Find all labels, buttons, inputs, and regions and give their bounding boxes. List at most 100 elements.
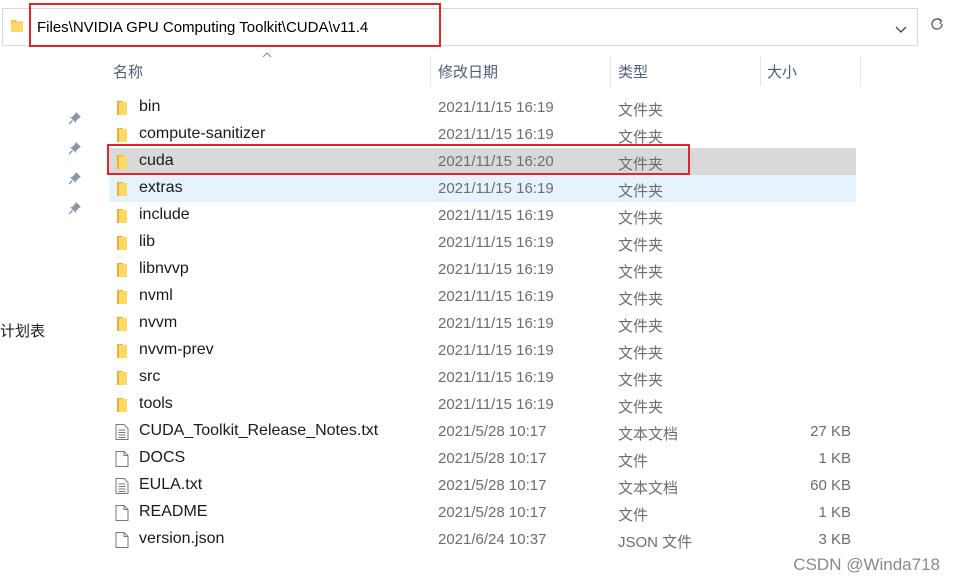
column-header-modified[interactable]: 修改日期 [438, 61, 498, 82]
file-modified: 2021/11/15 16:19 [438, 396, 554, 413]
file-type: 文件夹 [618, 129, 664, 146]
file-row[interactable]: bin 2021/11/15 16:19 文件夹 [109, 94, 856, 121]
file-type: 文件夹 [618, 264, 664, 281]
file-modified: 2021/11/15 16:19 [438, 261, 554, 278]
file-type: 文本文档 [618, 426, 679, 443]
folder-icon [115, 235, 129, 251]
chevron-down-icon[interactable] [891, 23, 911, 37]
folder-icon [115, 343, 129, 359]
folder-icon [115, 100, 129, 116]
column-divider[interactable] [760, 56, 761, 86]
file-name: lib [139, 233, 156, 250]
file-modified: 2021/11/15 16:19 [438, 126, 554, 143]
file-type: 文件夹 [618, 372, 664, 389]
file-row[interactable]: libnvvp 2021/11/15 16:19 文件夹 [109, 256, 856, 283]
file-type: 文件夹 [618, 318, 664, 335]
column-header-type[interactable]: 类型 [618, 61, 648, 82]
file-icon [115, 532, 129, 548]
pin-icon[interactable] [68, 111, 82, 125]
file-type: 文件 [618, 453, 649, 470]
file-name: extras [139, 179, 183, 196]
file-name: nvvm-prev [139, 341, 214, 358]
file-row[interactable]: nvml 2021/11/15 16:19 文件夹 [109, 283, 856, 310]
file-name: nvml [139, 287, 173, 304]
file-size: 1 KB [818, 504, 851, 521]
file-row[interactable]: tools 2021/11/15 16:19 文件夹 [109, 391, 856, 418]
file-type: 文件夹 [618, 210, 664, 227]
file-row[interactable]: version.json 2021/6/24 10:37 JSON 文件 3 KB [109, 526, 856, 553]
file-name: version.json [139, 530, 225, 547]
folder-icon [115, 262, 129, 278]
file-row[interactable]: nvvm-prev 2021/11/15 16:19 文件夹 [109, 337, 856, 364]
file-name: libnvvp [139, 260, 189, 277]
address-path[interactable]: Files\NVIDIA GPU Computing Toolkit\CUDA\… [37, 19, 368, 36]
file-type: 文件 [618, 507, 649, 524]
file-modified: 2021/5/28 10:17 [438, 477, 547, 494]
sort-ascending-icon [262, 52, 272, 58]
text-file-icon [115, 478, 129, 494]
folder-icon [11, 20, 23, 32]
file-type: 文件夹 [618, 156, 664, 173]
file-modified: 2021/11/15 16:19 [438, 180, 554, 197]
file-row[interactable]: EULA.txt 2021/5/28 10:17 文本文档 60 KB [109, 472, 856, 499]
file-row[interactable]: extras 2021/11/15 16:19 文件夹 [109, 175, 856, 202]
folder-icon [115, 154, 129, 170]
file-name: src [139, 368, 161, 385]
file-modified: 2021/6/24 10:37 [438, 531, 547, 548]
file-name: tools [139, 395, 173, 412]
file-icon [115, 505, 129, 521]
text-file-icon [115, 424, 129, 440]
file-modified: 2021/5/28 10:17 [438, 504, 547, 521]
file-type: 文件夹 [618, 183, 664, 200]
pin-icon[interactable] [68, 141, 82, 155]
file-name: include [139, 206, 190, 223]
file-name: CUDA_Toolkit_Release_Notes.txt [139, 422, 379, 439]
column-header-size[interactable]: 大小 [767, 61, 797, 82]
file-row[interactable]: cuda 2021/11/15 16:20 文件夹 [109, 148, 856, 175]
file-row[interactable]: include 2021/11/15 16:19 文件夹 [109, 202, 856, 229]
file-row[interactable]: CUDA_Toolkit_Release_Notes.txt 2021/5/28 … [109, 418, 856, 445]
file-row[interactable]: compute-sanitizer 2021/11/15 16:19 文件夹 [109, 121, 856, 148]
file-modified: 2021/11/15 16:19 [438, 207, 554, 224]
file-modified: 2021/11/15 16:19 [438, 234, 554, 251]
file-type: 文本文档 [618, 480, 679, 497]
file-size: 3 KB [818, 531, 851, 548]
file-name: DOCS [139, 449, 186, 466]
refresh-icon[interactable] [928, 15, 946, 33]
file-name: compute-sanitizer [139, 125, 266, 142]
folder-icon [115, 127, 129, 143]
file-modified: 2021/11/15 16:20 [438, 153, 554, 170]
file-size: 27 KB [810, 423, 851, 440]
pin-icon[interactable] [68, 171, 82, 185]
file-row[interactable]: nvvm 2021/11/15 16:19 文件夹 [109, 310, 856, 337]
pin-icon[interactable] [68, 201, 82, 215]
file-type: 文件夹 [618, 291, 664, 308]
folder-icon [115, 370, 129, 386]
file-row[interactable]: README 2021/5/28 10:17 文件 1 KB [109, 499, 856, 526]
file-name: nvvm [139, 314, 178, 331]
watermark: CSDN @Winda718 [793, 555, 940, 574]
nav-item-label[interactable]: 计划表 [0, 320, 45, 341]
file-modified: 2021/11/15 16:19 [438, 288, 554, 305]
file-type: 文件夹 [618, 345, 664, 362]
file-type: JSON 文件 [618, 534, 693, 551]
file-row[interactable]: src 2021/11/15 16:19 文件夹 [109, 364, 856, 391]
file-modified: 2021/11/15 16:19 [438, 99, 554, 116]
file-size: 60 KB [810, 477, 851, 494]
column-header-name[interactable]: 名称 [113, 61, 143, 82]
folder-icon [115, 181, 129, 197]
column-divider[interactable] [430, 56, 431, 86]
column-divider[interactable] [610, 56, 611, 86]
file-modified: 2021/5/28 10:17 [438, 423, 547, 440]
address-bar[interactable]: Files\NVIDIA GPU Computing Toolkit\CUDA\… [2, 8, 918, 46]
column-divider[interactable] [860, 56, 861, 86]
folder-icon [115, 316, 129, 332]
file-modified: 2021/11/15 16:19 [438, 369, 554, 386]
file-modified: 2021/11/15 16:19 [438, 342, 554, 359]
file-row[interactable]: lib 2021/11/15 16:19 文件夹 [109, 229, 856, 256]
folder-icon [115, 289, 129, 305]
file-type: 文件夹 [618, 399, 664, 416]
folder-icon [115, 208, 129, 224]
file-row[interactable]: DOCS 2021/5/28 10:17 文件 1 KB [109, 445, 856, 472]
file-icon [115, 451, 129, 467]
